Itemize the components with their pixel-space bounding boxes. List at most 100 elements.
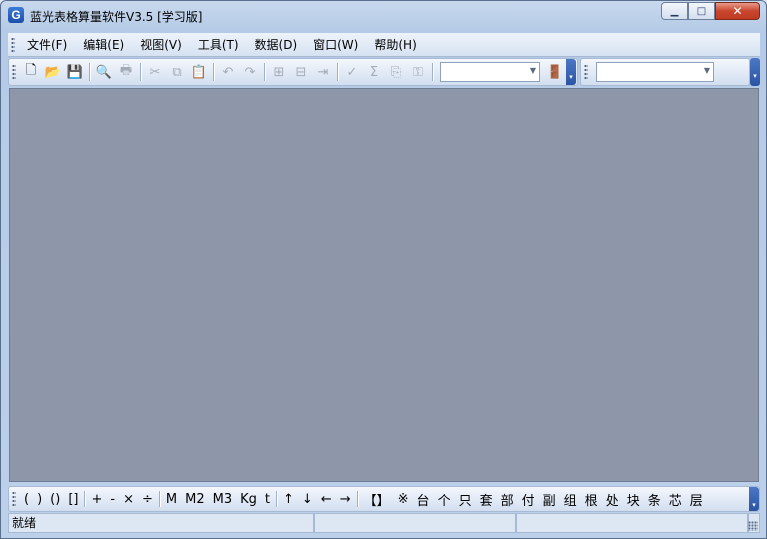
symbol-button[interactable]: (): [46, 492, 64, 507]
insert-row-button[interactable]: ⊞: [268, 61, 290, 83]
toolbar-separator: [213, 63, 214, 81]
symbol-button[interactable]: 套: [476, 490, 497, 509]
redo-button[interactable]: ↷: [239, 61, 261, 83]
open-folder-button[interactable]: 📂: [42, 61, 64, 83]
symbol-button[interactable]: 【】: [360, 490, 394, 509]
maximize-button[interactable]: □: [688, 2, 715, 20]
symbol-button[interactable]: ※: [394, 492, 413, 507]
symbol-button[interactable]: ): [33, 492, 46, 507]
cut-button[interactable]: ✂: [144, 61, 166, 83]
formula-check-icon: ✓: [346, 64, 358, 80]
resize-grip-icon[interactable]: [748, 521, 758, 531]
move-row-button[interactable]: ⇥: [312, 61, 334, 83]
symbol-button[interactable]: +: [87, 492, 106, 507]
toolbar-grip[interactable]: [12, 64, 16, 80]
symbol-button[interactable]: →: [336, 492, 355, 507]
symbol-button[interactable]: M: [162, 492, 181, 507]
insert-row-icon: ⊞: [273, 64, 285, 80]
symbol-toolbar: ()()[] + - × ÷ M M2 M3 Kg t ↑ ↓ ← → 【】 ※ 台个只套部付副组根处块条芯层 …: [8, 486, 760, 512]
paste-button[interactable]: 📋: [188, 61, 210, 83]
symbol-button[interactable]: 芯: [665, 490, 686, 509]
exit-button[interactable]: 🚪: [544, 61, 566, 83]
toolbar-overflow-button[interactable]: ▾: [566, 59, 576, 85]
caption-buttons: ▁ □ ✕: [661, 2, 760, 20]
symbol-button[interactable]: []: [64, 492, 82, 507]
symbolbar-grip[interactable]: [12, 491, 16, 507]
toolbar-grip-2[interactable]: [584, 64, 588, 80]
lock-icon: ⚿: [413, 64, 423, 80]
copy-button[interactable]: ⧉: [166, 61, 188, 83]
app-logo-icon[interactable]: G: [8, 7, 24, 23]
menu-view[interactable]: 视图(V): [132, 35, 190, 55]
symbol-button[interactable]: M3: [209, 492, 237, 507]
new-file-button[interactable]: 🗋: [20, 61, 42, 83]
menu-data[interactable]: 数据(D): [247, 35, 306, 55]
menu-help[interactable]: 帮助(H): [366, 35, 424, 55]
toolbar-row-overflow-button[interactable]: ▾: [750, 58, 760, 86]
print-preview-icon: 🔍: [95, 64, 113, 80]
delete-row-button[interactable]: ⊟: [290, 61, 312, 83]
paste-icon: 📋: [190, 64, 208, 80]
toolbar-separator: [140, 63, 141, 81]
toolbar-combo-1[interactable]: ▼: [440, 62, 540, 82]
symbol-button[interactable]: 处: [602, 490, 623, 509]
sum-icon: Σ: [369, 64, 379, 80]
menu-file[interactable]: 文件(F): [19, 35, 75, 55]
minimize-icon: ▁: [670, 5, 679, 17]
toolbar-row: 🗋 📂 💾 🔍 🖶 ✂ ⧉ 📋 ↶ ↷ ⊞ ⊟ ⇥ ✓ Σ ⎘ ⚿ ▼ 🚪 ▾ ▼ ▾: [8, 58, 760, 86]
close-button[interactable]: ✕: [715, 2, 760, 20]
symbol-separator: [84, 491, 86, 507]
symbol-button[interactable]: t: [261, 492, 274, 507]
symbol-separator: [356, 491, 358, 507]
formula-check-button[interactable]: ✓: [341, 61, 363, 83]
symbolbar-overflow-button[interactable]: ▾: [749, 487, 759, 511]
export-button[interactable]: ⎘: [385, 61, 407, 83]
open-folder-icon: 📂: [44, 64, 62, 80]
save-button[interactable]: 💾: [64, 61, 86, 83]
symbol-separator: [158, 491, 160, 507]
symbol-button[interactable]: (: [20, 492, 33, 507]
symbol-button[interactable]: 个: [434, 490, 455, 509]
status-pane-3: [516, 513, 748, 533]
title-bar[interactable]: G 蓝光表格算量软件V3.5 [学习版] ▁ □ ✕: [1, 1, 766, 31]
menu-edit[interactable]: 编辑(E): [75, 35, 132, 55]
toolbar-separator: [337, 63, 338, 81]
print-icon: 🖶: [119, 63, 133, 78]
menubar-grip[interactable]: [11, 36, 15, 53]
symbol-button[interactable]: 部: [497, 490, 518, 509]
symbol-button[interactable]: 块: [623, 490, 644, 509]
symbol-button[interactable]: Kg: [236, 492, 261, 507]
symbol-button[interactable]: 只: [455, 490, 476, 509]
chevron-down-icon[interactable]: ▼: [530, 66, 536, 75]
symbol-button[interactable]: 根: [581, 490, 602, 509]
toolbar-separator: [432, 63, 433, 81]
copy-icon: ⧉: [172, 64, 182, 80]
chevron-down-icon[interactable]: ▼: [704, 66, 710, 75]
symbol-button[interactable]: -: [106, 492, 119, 507]
symbol-button[interactable]: 条: [644, 490, 665, 509]
toolbar-combo-2[interactable]: ▼: [596, 62, 714, 82]
print-preview-button[interactable]: 🔍: [93, 61, 115, 83]
menu-window[interactable]: 窗口(W): [305, 35, 366, 55]
symbol-button[interactable]: 组: [560, 490, 581, 509]
menu-tools[interactable]: 工具(T): [190, 35, 247, 55]
symbol-button[interactable]: 层: [686, 490, 707, 509]
mdi-client-area[interactable]: [9, 88, 759, 482]
symbol-button[interactable]: 副: [539, 490, 560, 509]
print-button[interactable]: 🖶: [115, 61, 137, 83]
symbol-button[interactable]: 付: [518, 490, 539, 509]
symbol-button[interactable]: ↑: [279, 492, 298, 507]
window-title: 蓝光表格算量软件V3.5 [学习版]: [30, 10, 203, 24]
symbol-button[interactable]: ×: [119, 492, 138, 507]
symbol-button[interactable]: ÷: [138, 492, 157, 507]
symbol-button[interactable]: ↓: [298, 492, 317, 507]
delete-row-icon: ⊟: [295, 64, 307, 80]
lock-button[interactable]: ⚿: [407, 61, 429, 83]
minimize-button[interactable]: ▁: [661, 2, 688, 20]
symbol-button[interactable]: M2: [181, 492, 209, 507]
symbol-button[interactable]: ←: [317, 492, 336, 507]
toolbar-separator: [264, 63, 265, 81]
symbol-button[interactable]: 台: [413, 490, 434, 509]
sum-button[interactable]: Σ: [363, 61, 385, 83]
undo-button[interactable]: ↶: [217, 61, 239, 83]
